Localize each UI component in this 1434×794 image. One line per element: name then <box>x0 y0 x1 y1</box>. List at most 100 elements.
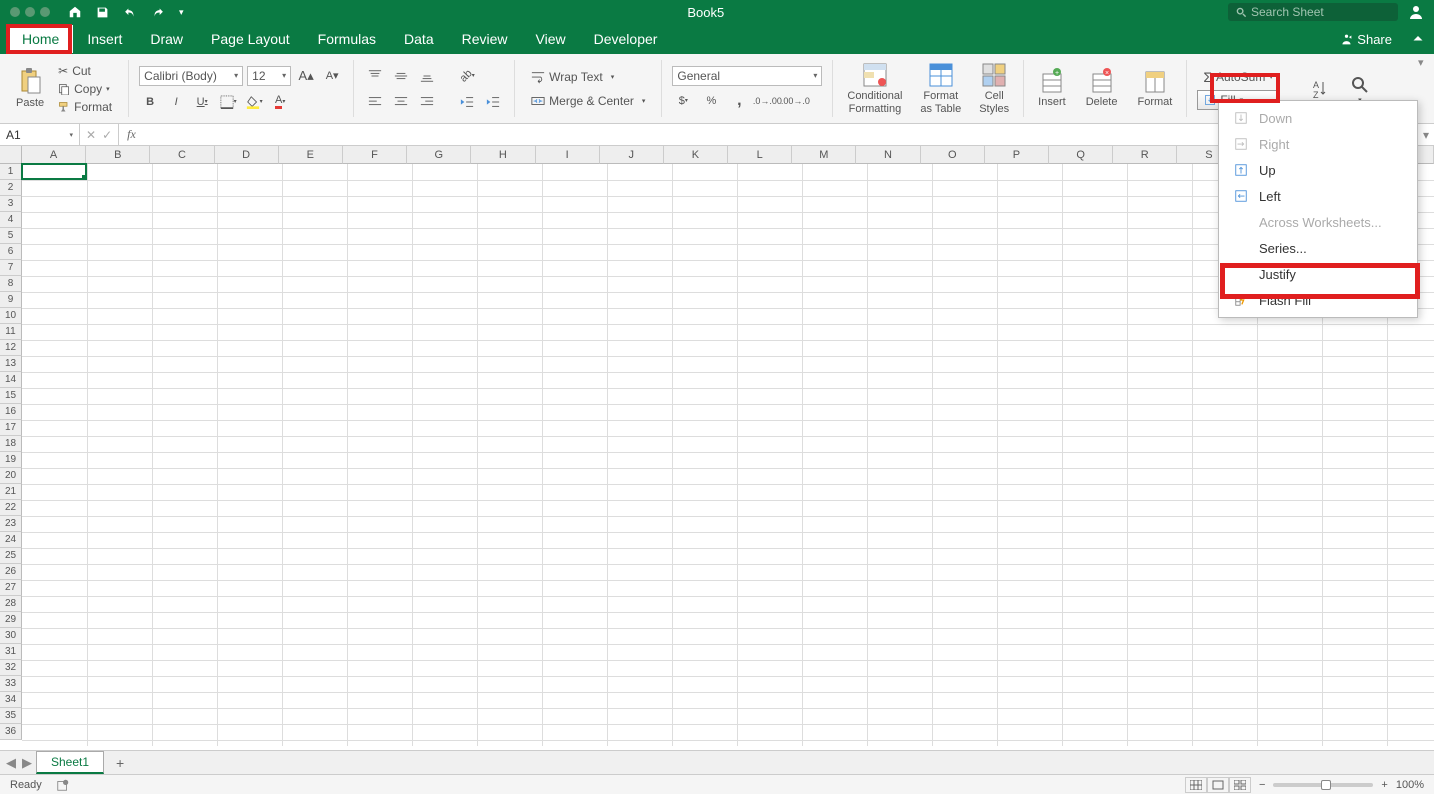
align-middle-icon[interactable] <box>390 65 412 87</box>
conditional-formatting-button[interactable]: Conditional Formatting <box>843 60 906 116</box>
column-header[interactable]: G <box>407 146 471 164</box>
column-header[interactable]: Q <box>1049 146 1113 164</box>
fill-left-item[interactable]: Left <box>1219 183 1417 209</box>
delete-cells-button[interactable]: ×Delete <box>1082 66 1122 110</box>
zoom-percent[interactable]: 100% <box>1396 779 1424 791</box>
row-header[interactable]: 33 <box>0 676 22 692</box>
align-top-icon[interactable] <box>364 65 386 87</box>
row-header[interactable]: 24 <box>0 532 22 548</box>
tab-developer[interactable]: Developer <box>580 25 672 53</box>
format-painter-button[interactable]: Format <box>52 99 118 115</box>
collapse-ribbon-icon[interactable] <box>1402 33 1434 45</box>
increase-decimal-icon[interactable]: .0→.00 <box>756 90 778 112</box>
fill-justify-item[interactable]: Justify <box>1219 261 1417 287</box>
sort-filter-button[interactable]: AZ <box>1305 76 1335 102</box>
tab-review[interactable]: Review <box>448 25 522 53</box>
percent-icon[interactable]: % <box>700 90 722 112</box>
row-header[interactable]: 28 <box>0 596 22 612</box>
cancel-icon[interactable]: ✕ <box>86 128 96 142</box>
home-icon[interactable] <box>68 5 82 19</box>
copy-button[interactable]: Copy▾ <box>52 81 118 97</box>
row-header[interactable]: 6 <box>0 244 22 260</box>
column-header[interactable]: O <box>921 146 985 164</box>
column-header[interactable]: A <box>22 146 86 164</box>
orientation-icon[interactable]: ab▾ <box>456 65 478 87</box>
increase-font-icon[interactable]: A▴ <box>295 65 317 87</box>
fill-series-item[interactable]: Series... <box>1219 235 1417 261</box>
column-header[interactable]: P <box>985 146 1049 164</box>
redo-icon[interactable] <box>151 6 165 19</box>
row-header[interactable]: 4 <box>0 212 22 228</box>
fill-color-icon[interactable]: ▾ <box>243 91 265 113</box>
sheet-tab[interactable]: Sheet1 <box>36 751 104 774</box>
row-header[interactable]: 15 <box>0 388 22 404</box>
column-header[interactable]: E <box>279 146 343 164</box>
row-header[interactable]: 21 <box>0 484 22 500</box>
cut-button[interactable]: ✂Cut <box>52 63 118 79</box>
zoom-slider[interactable] <box>1273 783 1373 787</box>
row-header[interactable]: 3 <box>0 196 22 212</box>
column-header[interactable]: B <box>86 146 150 164</box>
page-layout-view-icon[interactable] <box>1207 777 1229 793</box>
align-right-icon[interactable] <box>416 91 438 113</box>
row-header[interactable]: 5 <box>0 228 22 244</box>
column-header[interactable]: K <box>664 146 728 164</box>
insert-cells-button[interactable]: +Insert <box>1034 66 1070 110</box>
column-header[interactable]: I <box>536 146 600 164</box>
search-sheet-input[interactable]: Search Sheet <box>1228 3 1398 21</box>
row-header[interactable]: 27 <box>0 580 22 596</box>
column-header[interactable]: L <box>728 146 792 164</box>
align-bottom-icon[interactable] <box>416 65 438 87</box>
wrap-text-button[interactable]: Wrap Text▾ <box>525 69 651 85</box>
underline-icon[interactable]: U▾ <box>191 91 213 113</box>
row-header[interactable]: 22 <box>0 500 22 516</box>
enter-icon[interactable]: ✓ <box>102 128 112 142</box>
minimize-window-icon[interactable] <box>25 7 35 17</box>
increase-indent-icon[interactable] <box>482 91 504 113</box>
add-sheet-button[interactable]: + <box>108 753 132 773</box>
tab-formulas[interactable]: Formulas <box>304 25 390 53</box>
font-color-icon[interactable]: A▾ <box>269 91 291 113</box>
share-button[interactable]: Share <box>1330 32 1402 47</box>
name-box[interactable]: A1▾ <box>0 124 80 145</box>
undo-icon[interactable] <box>123 6 137 19</box>
column-header[interactable]: N <box>856 146 920 164</box>
user-icon[interactable] <box>1398 4 1434 20</box>
tab-insert[interactable]: Insert <box>73 25 136 53</box>
row-header[interactable]: 8 <box>0 276 22 292</box>
bold-icon[interactable]: B <box>139 91 161 113</box>
select-all-corner[interactable] <box>0 146 22 164</box>
macro-record-icon[interactable] <box>56 778 70 792</box>
row-header[interactable]: 7 <box>0 260 22 276</box>
sheet-next-icon[interactable]: ▶ <box>22 755 32 771</box>
save-icon[interactable] <box>96 6 109 19</box>
row-header[interactable]: 9 <box>0 292 22 308</box>
page-break-view-icon[interactable] <box>1229 777 1251 793</box>
decrease-indent-icon[interactable] <box>456 91 478 113</box>
flash-fill-item[interactable]: Flash Fill <box>1219 287 1417 313</box>
row-header[interactable]: 14 <box>0 372 22 388</box>
zoom-out-icon[interactable]: − <box>1259 779 1265 791</box>
italic-icon[interactable]: I <box>165 91 187 113</box>
tab-draw[interactable]: Draw <box>136 25 197 53</box>
row-header[interactable]: 26 <box>0 564 22 580</box>
column-header[interactable]: H <box>471 146 535 164</box>
fx-icon[interactable]: fx <box>119 124 144 145</box>
expand-formula-bar-icon[interactable]: ▾ <box>1418 124 1434 145</box>
tab-data[interactable]: Data <box>390 25 448 53</box>
row-header[interactable]: 23 <box>0 516 22 532</box>
border-icon[interactable]: ▾ <box>217 91 239 113</box>
row-header[interactable]: 35 <box>0 708 22 724</box>
paste-button[interactable]: Paste <box>12 65 48 111</box>
row-header[interactable]: 12 <box>0 340 22 356</box>
zoom-in-icon[interactable]: + <box>1381 779 1387 791</box>
font-name-combo[interactable]: Calibri (Body)▾ <box>139 66 243 86</box>
row-header[interactable]: 13 <box>0 356 22 372</box>
row-header[interactable]: 20 <box>0 468 22 484</box>
tab-page-layout[interactable]: Page Layout <box>197 25 304 53</box>
column-header[interactable]: D <box>215 146 279 164</box>
format-as-table-button[interactable]: Format as Table <box>916 60 965 116</box>
column-header[interactable]: C <box>150 146 214 164</box>
fill-up-item[interactable]: Up <box>1219 157 1417 183</box>
row-header[interactable]: 30 <box>0 628 22 644</box>
